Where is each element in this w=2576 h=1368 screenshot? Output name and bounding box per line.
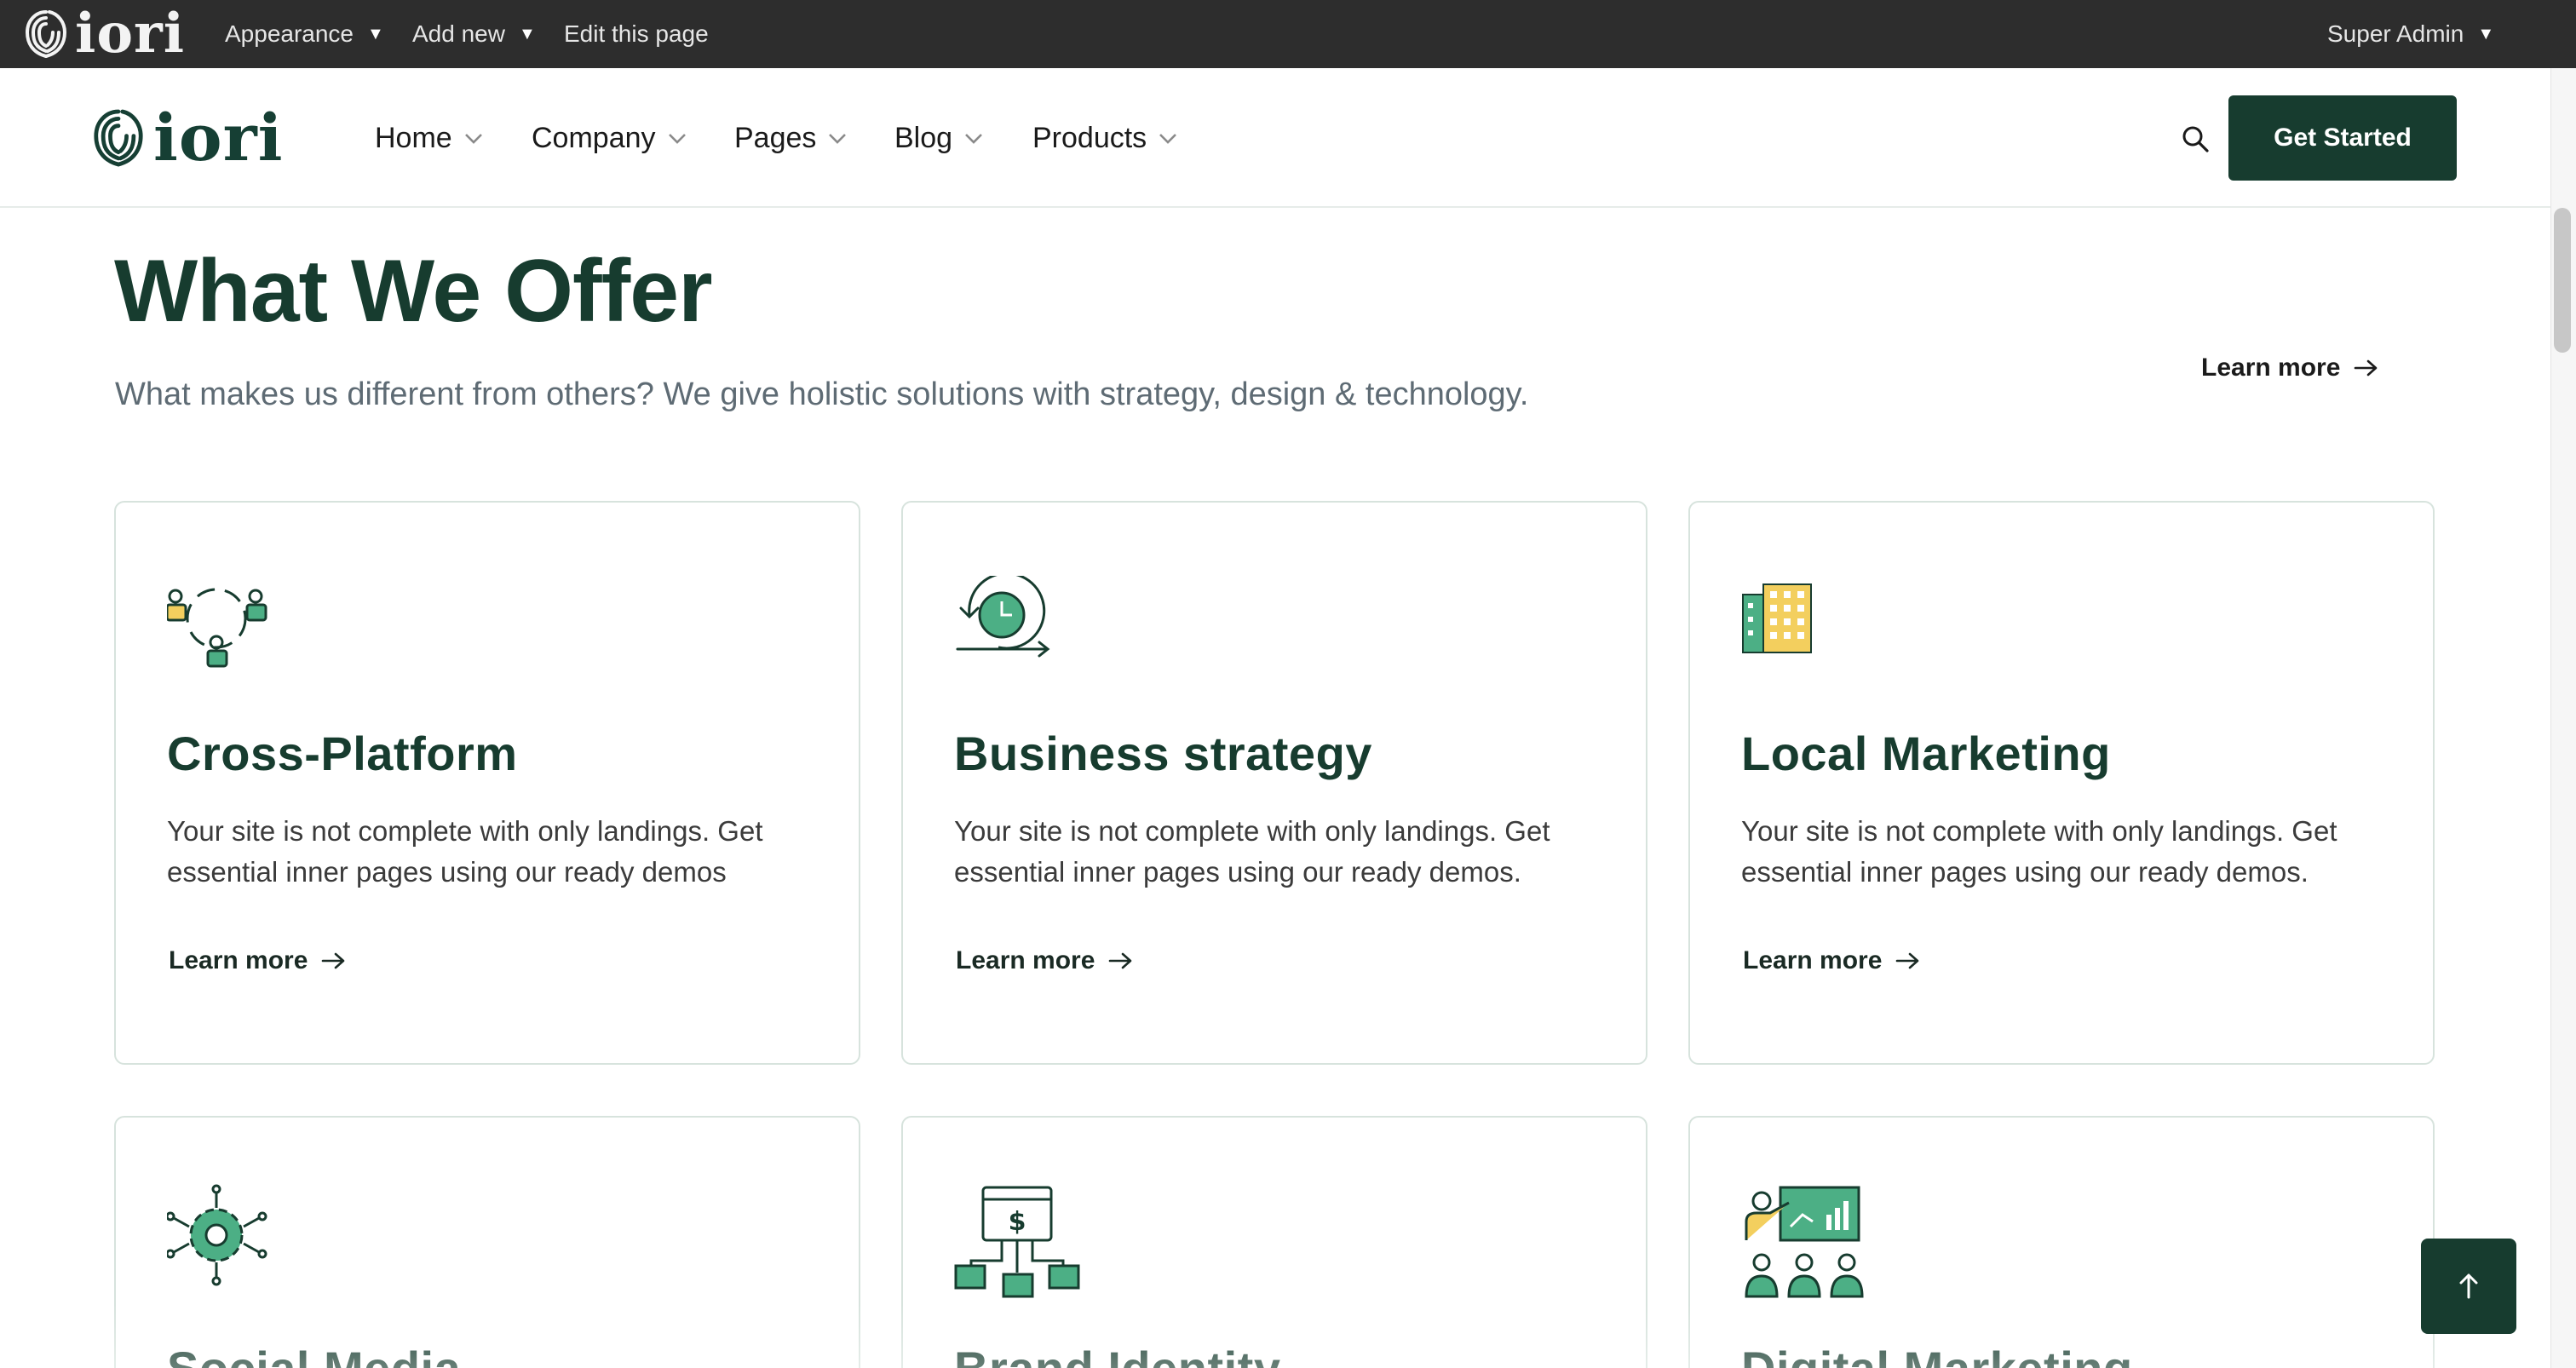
iori-mark-icon — [94, 109, 143, 167]
arrow-right-icon — [2355, 359, 2378, 376]
service-card: Local Marketing Your site is not complet… — [1688, 501, 2435, 1065]
nav-blog[interactable]: Blog — [894, 68, 985, 208]
clock-cycle-icon — [956, 576, 1050, 658]
card-description: Your site is not complete with only land… — [167, 815, 763, 888]
arrow-right-icon — [322, 952, 345, 969]
section-title: What We Offer — [114, 242, 713, 341]
admin-user-menu[interactable]: Super Admin ▼ — [2327, 0, 2494, 68]
presentation-icon — [1745, 1186, 1864, 1298]
scroll-to-top-button[interactable] — [2421, 1239, 2516, 1334]
admin-logo[interactable]: iori — [24, 7, 185, 61]
money-flow-icon: $ — [954, 1186, 1080, 1298]
nav-label: Home — [375, 121, 452, 154]
card-title: Brand Identity — [954, 1341, 1280, 1368]
learn-more-label: Learn more — [169, 946, 308, 974]
admin-user-label: Super Admin — [2327, 20, 2464, 47]
arrow-up-icon — [2459, 1273, 2478, 1299]
chevron-down-icon — [1159, 134, 1177, 144]
learn-more-label: Learn more — [1743, 946, 1883, 974]
gear-network-icon — [167, 1184, 267, 1286]
buildings-icon — [1742, 583, 1812, 653]
chevron-down-icon — [965, 134, 982, 144]
service-card: Cross-Platform Your site is not complete… — [114, 501, 860, 1065]
learn-more-label: Learn more — [2201, 353, 2341, 382]
iori-mark-icon — [25, 10, 67, 58]
nav-home[interactable]: Home — [375, 68, 485, 208]
search-icon[interactable] — [2179, 123, 2213, 157]
card-title: Social Media — [167, 1341, 461, 1368]
card-title: Digital Marketing — [1741, 1341, 2133, 1368]
scrollbar-thumb[interactable] — [2554, 208, 2571, 353]
section-learn-more-link[interactable]: Learn more — [2201, 351, 2379, 385]
service-card: Business strategy Your site is not compl… — [901, 501, 1647, 1065]
chevron-down-icon — [668, 134, 686, 144]
chevron-down-icon — [829, 134, 847, 144]
site-logo[interactable]: iori — [92, 102, 283, 174]
card-description: Your site is not complete with only land… — [954, 815, 1550, 888]
card-title: Local Marketing — [1741, 727, 2111, 780]
chevron-down-icon — [464, 134, 482, 144]
site-logo-text: iori — [153, 100, 284, 175]
arrow-right-icon — [1896, 952, 1919, 969]
card-learn-more-link[interactable]: Learn more — [169, 944, 347, 978]
service-card: Social Media — [114, 1116, 860, 1368]
admin-menu-label: Edit this page — [564, 20, 709, 47]
section-subtitle: What makes us different from others? We … — [115, 376, 1529, 412]
nav-label: Blog — [894, 121, 953, 154]
arrow-right-icon — [1109, 952, 1132, 969]
admin-menu-label: Add new — [412, 20, 505, 47]
caret-down-icon: ▼ — [518, 24, 536, 43]
site-header: iori Home Company Pages Blog Products Ge… — [0, 68, 2550, 208]
nav-label: Company — [532, 121, 656, 154]
card-learn-more-link[interactable]: Learn more — [1743, 944, 1921, 978]
admin-menu-label: Appearance — [225, 20, 354, 47]
nav-label: Pages — [734, 121, 817, 154]
admin-bar: iori Appearance ▼ Add new ▼ Edit this pa… — [0, 0, 2576, 68]
caret-down-icon: ▼ — [2477, 24, 2495, 43]
admin-menu-add-new[interactable]: Add new ▼ — [412, 0, 536, 68]
get-started-button[interactable]: Get Started — [2228, 95, 2457, 181]
admin-logo-text: iori — [75, 2, 186, 66]
caret-down-icon: ▼ — [367, 24, 384, 43]
service-card: $ Brand Identity — [901, 1116, 1647, 1368]
card-title: Cross-Platform — [167, 727, 518, 780]
card-learn-more-link[interactable]: Learn more — [956, 944, 1134, 978]
admin-menu-appearance[interactable]: Appearance ▼ — [225, 0, 384, 68]
admin-menu-edit-page[interactable]: Edit this page — [564, 0, 709, 68]
card-description: Your site is not complete with only land… — [1741, 815, 2337, 888]
svg-text:$: $ — [1009, 1207, 1026, 1237]
card-title: Business strategy — [954, 727, 1372, 780]
people-network-icon — [167, 588, 267, 668]
nav-label: Products — [1032, 121, 1147, 154]
learn-more-label: Learn more — [956, 946, 1095, 974]
service-card: Digital Marketing — [1688, 1116, 2435, 1368]
nav-products[interactable]: Products — [1032, 68, 1179, 208]
nav-pages[interactable]: Pages — [734, 68, 848, 208]
nav-company[interactable]: Company — [532, 68, 688, 208]
